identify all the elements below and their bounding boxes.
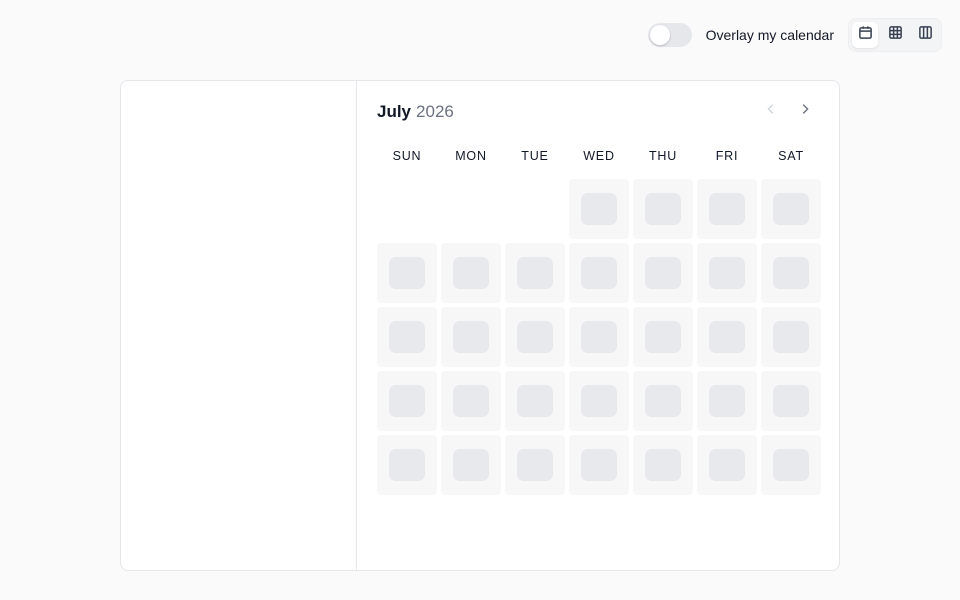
day-cell-skeleton [697,179,757,239]
toggle-knob [649,25,670,45]
empty-day-cell [441,179,501,239]
day-cell-skeleton [633,243,693,303]
skeleton-placeholder [517,385,553,417]
skeleton-placeholder [709,449,745,481]
skeleton-placeholder [645,257,681,289]
view-switcher [848,18,942,52]
skeleton-placeholder [453,449,489,481]
day-cell-skeleton [569,435,629,495]
day-cell-skeleton [377,307,437,367]
skeleton-placeholder [773,385,809,417]
weekday-label: MON [455,149,487,163]
skeleton-placeholder [645,449,681,481]
day-cell-skeleton [697,371,757,431]
skeleton-placeholder [709,257,745,289]
week-view-button[interactable] [882,22,908,48]
booking-card: July 2026 SUN MON TUE WED THU FRI SAT [120,80,840,571]
skeleton-placeholder [389,385,425,417]
overlay-calendar-toggle[interactable] [647,23,692,47]
overlay-calendar-label: Overlay my calendar [705,27,834,43]
skeleton-placeholder [389,321,425,353]
weekday-label: THU [648,149,678,163]
day-grid [377,179,821,495]
columns-icon [918,25,933,45]
day-cell-skeleton [441,243,501,303]
day-cell-skeleton [761,179,821,239]
day-cell-skeleton [761,307,821,367]
skeleton-placeholder [773,321,809,353]
day-cell-skeleton [761,435,821,495]
day-cell-skeleton [569,307,629,367]
skeleton-placeholder [709,193,745,225]
day-cell-skeleton [377,371,437,431]
day-cell-skeleton [505,371,565,431]
month-view-button[interactable] [852,22,878,48]
day-cell-skeleton [441,307,501,367]
skeleton-placeholder [581,385,617,417]
day-cell-skeleton [505,307,565,367]
month-title: July [377,102,412,121]
day-cell-skeleton [697,435,757,495]
weekday-label: SAT [778,149,804,163]
skeleton-placeholder [389,449,425,481]
weekday-label: SUN [392,149,422,163]
next-month-button[interactable] [795,101,815,121]
day-cell-skeleton [377,243,437,303]
year-title: 2026 [416,102,454,121]
day-cell-skeleton [569,179,629,239]
empty-day-cell [505,179,565,239]
day-cell-skeleton [761,371,821,431]
day-cell-skeleton [441,435,501,495]
skeleton-placeholder [645,385,681,417]
day-cell-skeleton [505,435,565,495]
day-cell-skeleton [633,307,693,367]
weekday-label: WED [583,149,615,163]
weekday-label: FRI [715,149,739,163]
skeleton-placeholder [389,257,425,289]
chevron-left-icon [764,102,778,121]
skeleton-placeholder [581,193,617,225]
day-cell-skeleton [505,243,565,303]
month-header: July 2026 [377,101,821,123]
skeleton-placeholder [517,321,553,353]
previous-month-button[interactable] [761,101,781,121]
skeleton-placeholder [709,385,745,417]
day-cell-skeleton [569,243,629,303]
day-cell-skeleton [633,435,693,495]
grid-icon [888,25,903,45]
skeleton-placeholder [773,257,809,289]
topbar: Overlay my calendar [647,18,942,52]
skeleton-placeholder [773,449,809,481]
skeleton-placeholder [453,321,489,353]
day-cell-skeleton [633,179,693,239]
calendar-icon [858,25,873,45]
weekday-label: TUE [521,149,549,163]
day-cell-skeleton [633,371,693,431]
skeleton-placeholder [581,449,617,481]
column-view-button[interactable] [912,22,938,48]
skeleton-placeholder [581,257,617,289]
empty-day-cell [377,179,437,239]
day-cell-skeleton [377,435,437,495]
calendar-panel: July 2026 SUN MON TUE WED THU FRI SAT [357,81,839,570]
skeleton-placeholder [517,449,553,481]
skeleton-placeholder [581,321,617,353]
skeleton-placeholder [773,193,809,225]
skeleton-placeholder [453,385,489,417]
day-cell-skeleton [441,371,501,431]
day-cell-skeleton [761,243,821,303]
day-cell-skeleton [697,307,757,367]
month-navigation [761,101,815,121]
day-cell-skeleton [569,371,629,431]
chevron-right-icon [798,102,812,121]
skeleton-placeholder [517,257,553,289]
skeleton-placeholder [709,321,745,353]
day-cell-skeleton [697,243,757,303]
skeleton-placeholder [645,193,681,225]
event-info-panel [121,81,357,570]
skeleton-placeholder [645,321,681,353]
weekday-header-row: SUN MON TUE WED THU FRI SAT [377,149,821,163]
skeleton-placeholder [453,257,489,289]
